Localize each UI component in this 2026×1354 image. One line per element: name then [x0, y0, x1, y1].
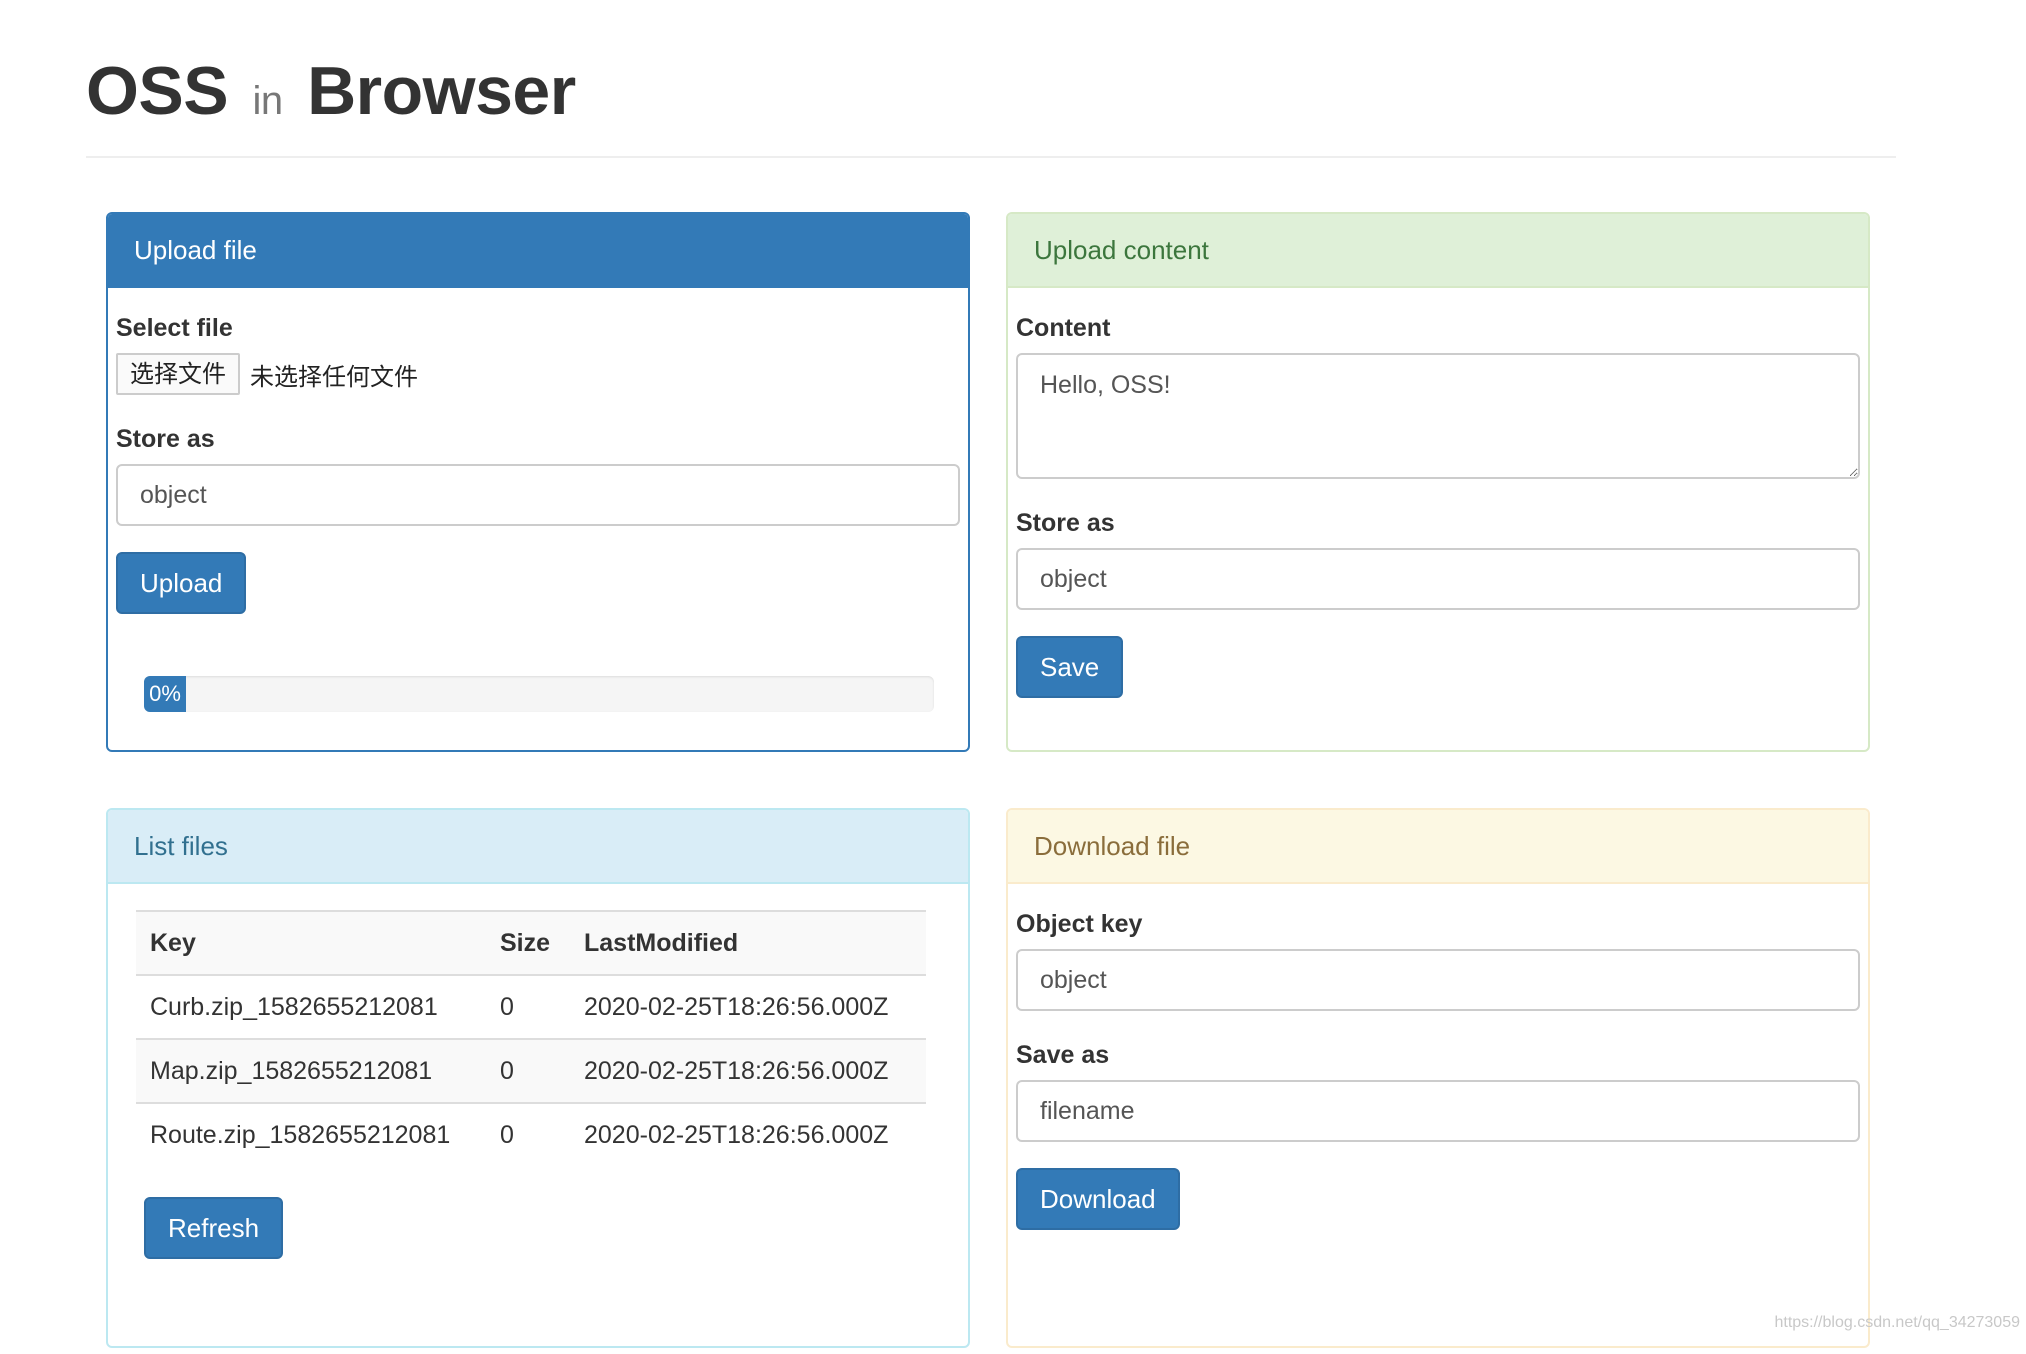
content-textarea[interactable]: Hello, OSS! — [1016, 353, 1860, 479]
save-as-label: Save as — [1016, 1041, 1110, 1069]
content-store-as-label: Store as — [1016, 509, 1115, 537]
column-header-lastmodified: LastModified — [570, 910, 926, 976]
select-file-label: Select file — [116, 314, 233, 342]
watermark: https://blog.csdn.net/qq_34273059 — [1774, 1314, 2020, 1331]
save-as-input[interactable] — [1016, 1080, 1860, 1142]
table-row: Route.zip_1582655212081 0 2020-02-25T18:… — [136, 1103, 926, 1167]
download-file-panel: Download file Object key Save as Downloa… — [1006, 808, 1870, 1348]
cell-size: 0 — [486, 975, 570, 1040]
title-small: in — [252, 79, 284, 123]
content-label: Content — [1016, 314, 1111, 342]
table-row: Curb.zip_1582655212081 0 2020-02-25T18:2… — [136, 975, 926, 1040]
list-files-panel: List files Key Size LastModified Curb.zi… — [106, 808, 970, 1348]
store-as-label: Store as — [116, 425, 215, 453]
upload-file-panel: Upload file Select file 选择文件 未选择任何文件 Sto… — [106, 212, 970, 752]
upload-file-heading: Upload file — [108, 214, 968, 288]
page-title: OSS in Browser — [86, 46, 1896, 146]
upload-content-heading: Upload content — [1008, 214, 1868, 288]
list-files-heading: List files — [108, 810, 968, 884]
cell-lastmodified: 2020-02-25T18:26:56.000Z — [570, 975, 926, 1040]
upload-progress: 0% — [144, 676, 934, 712]
content-store-as-input[interactable] — [1016, 548, 1860, 610]
download-file-heading: Download file — [1008, 810, 1868, 884]
column-header-size: Size — [486, 910, 570, 976]
cell-size: 0 — [500, 1121, 514, 1149]
cell-key: Curb.zip_1582655212081 — [136, 975, 486, 1040]
cell-lastmodified: 2020-02-25T18:26:56.000Z — [584, 1121, 889, 1149]
upload-content-panel: Upload content Content Hello, OSS! Store… — [1006, 212, 1870, 752]
cell-lastmodified: 2020-02-25T18:26:56.000Z — [570, 1039, 926, 1104]
files-table: Key Size LastModified Curb.zip_158265521… — [136, 910, 926, 1167]
upload-button[interactable]: Upload — [116, 552, 247, 614]
page-header: OSS in Browser — [86, 46, 1896, 158]
title-main: OSS — [86, 53, 229, 129]
upload-store-as-input[interactable] — [116, 464, 960, 526]
object-key-label: Object key — [1016, 910, 1143, 938]
no-file-chosen-text: 未选择任何文件 — [250, 362, 418, 391]
download-button[interactable]: Download — [1016, 1168, 1180, 1230]
column-header-key: Key — [136, 910, 486, 976]
page: OSS in Browser Upload file Select file 选… — [0, 0, 2026, 1354]
cell-size: 0 — [486, 1039, 570, 1104]
table-row: Map.zip_1582655212081 0 2020-02-25T18:26… — [136, 1039, 926, 1104]
table-header-row: Key Size LastModified — [136, 910, 926, 976]
file-input[interactable]: 选择文件 未选择任何文件 — [116, 353, 960, 395]
save-button[interactable]: Save — [1016, 636, 1124, 698]
refresh-button[interactable]: Refresh — [144, 1197, 284, 1259]
object-key-input[interactable] — [1016, 949, 1860, 1011]
cell-key: Map.zip_1582655212081 — [136, 1039, 486, 1104]
upload-progress-bar: 0% — [144, 676, 186, 712]
title-end: Browser — [307, 53, 576, 129]
choose-file-button[interactable]: 选择文件 — [116, 353, 240, 395]
cell-key: Route.zip_1582655212081 — [150, 1121, 451, 1149]
